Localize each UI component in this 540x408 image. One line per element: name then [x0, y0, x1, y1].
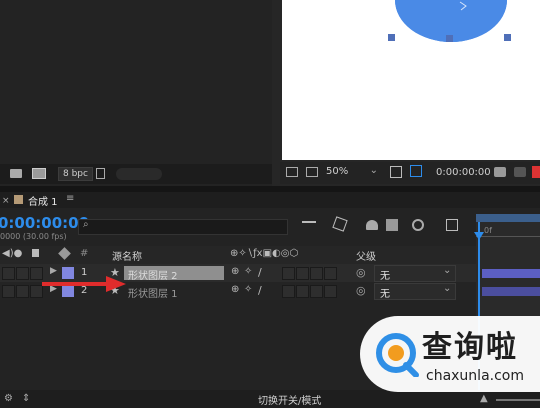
new-composition-icon[interactable]	[32, 168, 46, 179]
folder-icon[interactable]	[10, 169, 22, 178]
parent-value: 无	[380, 289, 390, 300]
audio-video-switches-icon[interactable]: ◀)●	[2, 248, 22, 259]
transparency-grid-icon[interactable]	[410, 165, 422, 177]
chevron-down-icon: ⌄	[443, 265, 452, 276]
switches-header-icons[interactable]: ⊕✧∖ƒx▣◐◎⬡	[230, 248, 298, 259]
fx-switch[interactable]	[282, 267, 295, 280]
shape-handle-right	[504, 34, 511, 41]
watermark: 查询啦 chaxunla.com	[360, 316, 540, 392]
toggle-switches-modes-button[interactable]: 切换开关/模式	[258, 392, 321, 407]
watermark-logo-icon	[376, 333, 419, 377]
time-ruler	[476, 236, 540, 237]
frame-rate-label: 0000 (30.00 fps)	[0, 232, 67, 241]
chevron-down-icon: ⌄	[369, 165, 378, 176]
hide-shy-layers-icon[interactable]	[366, 220, 378, 230]
render-settings-icon[interactable]: ⚙	[4, 393, 13, 404]
adjustment-switch[interactable]	[310, 267, 323, 280]
work-area-bar[interactable]	[476, 214, 540, 222]
motion-blur-switch[interactable]	[296, 267, 309, 280]
collapse-switch-icon[interactable]: ✧	[244, 266, 252, 277]
canvas-shapes	[388, 0, 511, 42]
3d-switch[interactable]	[324, 285, 337, 298]
tab-composition[interactable]: 合成 1	[28, 193, 58, 208]
composition-flowchart-icon[interactable]	[302, 221, 316, 232]
ruler-mark: 0f	[484, 226, 492, 235]
quality-switch-icon[interactable]: /	[258, 284, 262, 297]
quality-switch-icon[interactable]: /	[258, 266, 262, 279]
layer-duration-bar[interactable]	[482, 287, 540, 296]
composition-canvas[interactable]	[282, 0, 540, 160]
viewer-toolbar: 50% ⌄ 0:00:00:00	[280, 162, 540, 184]
project-footer: 8 bpc	[0, 164, 272, 184]
snapshot-settings-icon[interactable]	[286, 167, 298, 177]
chevron-down-icon: ⌄	[443, 283, 452, 294]
layer-column-header: ◀)● # 源名称 ⊕✧∖ƒx▣◐◎⬡ 父级	[0, 246, 476, 264]
video-toggle[interactable]	[2, 267, 15, 280]
search-icon: ⌕	[83, 219, 89, 230]
parent-value: 无	[380, 271, 390, 282]
shape-handle-left	[388, 34, 395, 41]
timeline-footer: ⚙ ⇕ 切换开关/模式 ▲	[0, 390, 540, 408]
tab-menu-icon[interactable]: ≡	[66, 193, 74, 204]
pick-whip-icon[interactable]: ◎	[356, 284, 366, 297]
adjustment-switch[interactable]	[310, 285, 323, 298]
shy-switch-icon[interactable]: ⊕	[231, 266, 239, 277]
graph-editor-icon[interactable]	[446, 219, 458, 231]
video-toggle[interactable]	[2, 285, 15, 298]
pick-whip-icon[interactable]: ◎	[356, 266, 366, 279]
channel-icon[interactable]	[514, 167, 526, 177]
motion-blur-icon[interactable]	[412, 219, 424, 231]
motion-blur-switch[interactable]	[296, 285, 309, 298]
column-number: #	[80, 248, 89, 259]
audio-toggle[interactable]	[16, 285, 29, 298]
watermark-url: chaxunla.com	[426, 368, 524, 384]
zoom-slider[interactable]	[496, 399, 540, 401]
zoom-dropdown[interactable]: 50% ⌄	[326, 165, 380, 180]
shape-handle-center	[446, 35, 453, 42]
project-search-field[interactable]	[116, 168, 162, 180]
shy-switch-icon[interactable]: ⊕	[231, 284, 239, 295]
zoom-value: 50%	[326, 166, 349, 177]
region-of-interest-icon[interactable]	[390, 166, 402, 178]
composition-color-icon	[14, 195, 23, 204]
project-panel	[0, 0, 272, 186]
current-time-display[interactable]: 0:00:00:00	[0, 214, 89, 232]
layer-name: 形状图层 2	[128, 271, 178, 282]
trash-icon[interactable]	[96, 168, 105, 179]
timeline-tab-bar: × 合成 1 ≡	[0, 192, 540, 208]
frame-blending-icon[interactable]	[386, 219, 398, 231]
collapse-switch-icon[interactable]: ✧	[244, 284, 252, 295]
lock-icon[interactable]	[32, 249, 39, 257]
column-source-name[interactable]: 源名称	[112, 248, 142, 263]
audio-toggle[interactable]	[16, 267, 29, 280]
zoom-out-icon[interactable]: ▲	[480, 393, 488, 404]
camera-icon[interactable]	[494, 167, 506, 177]
layer-name[interactable]: 形状图层 1	[128, 285, 178, 300]
layer-search-input[interactable]: ⌕	[78, 219, 288, 235]
bpc-button[interactable]: 8 bpc	[58, 167, 93, 181]
3d-switch[interactable]	[324, 267, 337, 280]
playhead-marker-icon[interactable]	[474, 232, 484, 240]
viewer-timecode[interactable]: 0:00:00:00	[436, 167, 491, 178]
monitor-icon[interactable]	[306, 167, 318, 177]
fx-switch[interactable]	[282, 285, 295, 298]
color-channel-icon[interactable]	[532, 166, 540, 178]
column-parent[interactable]: 父级	[356, 248, 376, 263]
expand-panel-icon[interactable]: ⇕	[22, 393, 30, 404]
watermark-brand: 查询啦	[422, 330, 518, 365]
close-tab-icon[interactable]: ×	[2, 196, 10, 206]
label-tag-icon[interactable]	[58, 247, 71, 260]
red-arrow-annotation	[42, 276, 126, 292]
layer-duration-bar[interactable]	[482, 269, 540, 278]
